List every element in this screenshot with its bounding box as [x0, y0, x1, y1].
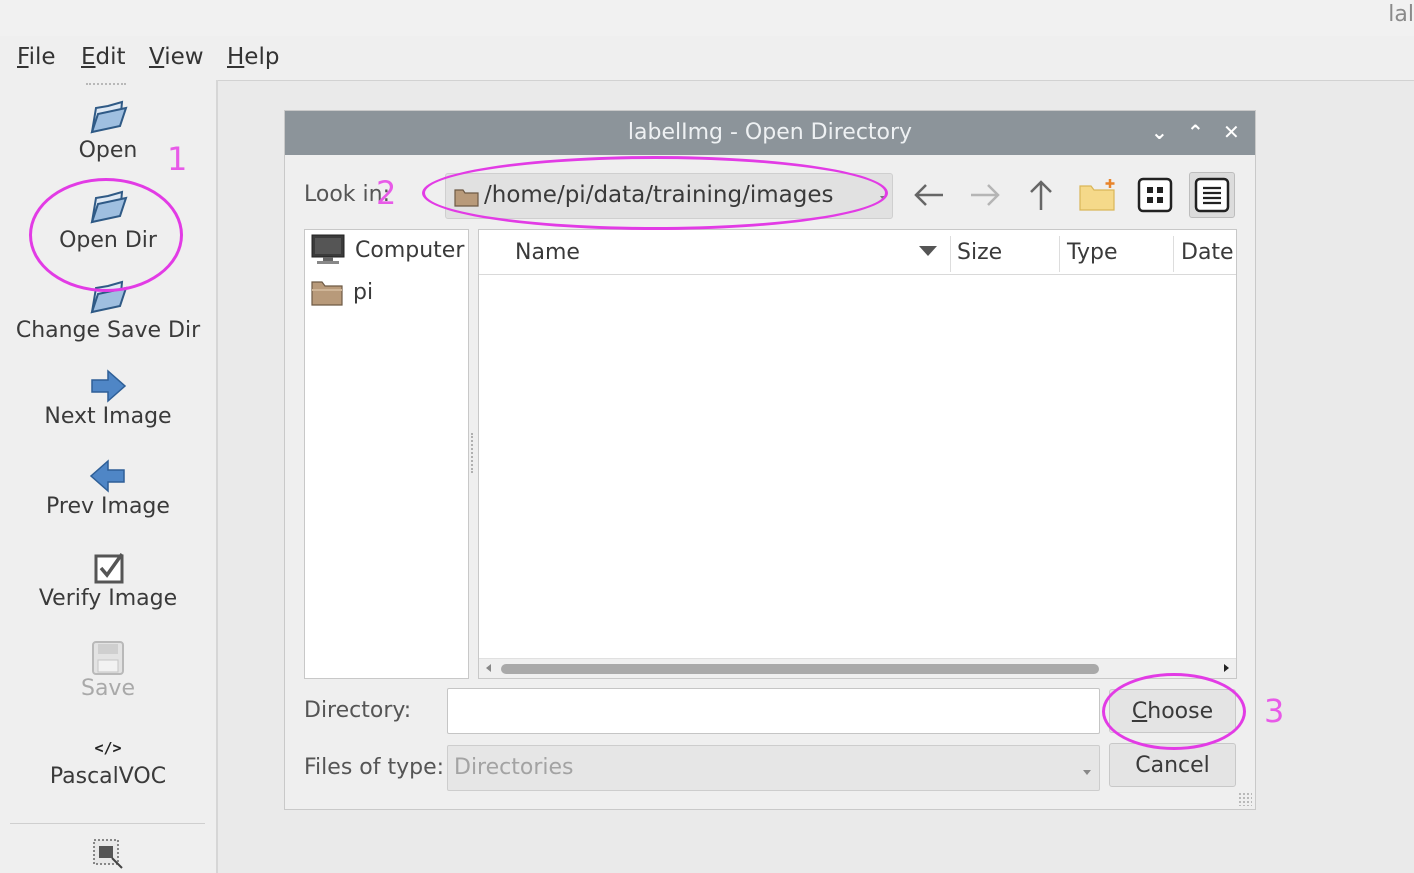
dialog-titlebar[interactable]: labelImg - Open Directory ⌄ ⌃ ✕ — [285, 111, 1255, 155]
create-rectbox-button[interactable] — [0, 836, 216, 872]
save-disk-icon — [92, 641, 124, 675]
column-date[interactable]: Date — [1181, 230, 1234, 275]
verify-image-button[interactable]: Verify Image — [0, 550, 216, 611]
list-view-icon — [1194, 177, 1230, 213]
column-separator[interactable] — [950, 236, 951, 272]
folder-open-icon — [90, 100, 128, 134]
draw-rect-icon — [93, 839, 123, 869]
pascalvoc-format-button[interactable]: </> PascalVOC — [0, 736, 216, 789]
forward-button[interactable] — [965, 175, 1005, 215]
arrow-up-icon — [1030, 180, 1052, 210]
column-header: Name Size Type Date — [479, 230, 1236, 275]
column-type[interactable]: Type — [1067, 230, 1118, 275]
detail-view-button[interactable] — [1189, 172, 1235, 218]
prev-image-button[interactable]: Prev Image — [0, 458, 216, 519]
resize-grip[interactable] — [1238, 792, 1252, 806]
toolbar-grip[interactable] — [86, 83, 126, 85]
icon-view-button[interactable] — [1135, 175, 1175, 215]
column-separator[interactable] — [1173, 236, 1174, 272]
directory-label: Directory: — [304, 698, 412, 723]
toolbar-divider — [10, 823, 205, 824]
directory-input[interactable] — [447, 688, 1100, 734]
menubar: File Edit View Help — [0, 36, 1414, 80]
close-button[interactable]: ✕ — [1223, 120, 1240, 144]
minimize-button[interactable]: ⌄ — [1151, 120, 1168, 144]
sidebar-item-pi[interactable]: pi — [311, 274, 373, 310]
files-of-type-label: Files of type: — [304, 755, 445, 780]
computer-icon — [311, 234, 345, 264]
sort-descending-icon — [919, 246, 937, 256]
file-list-view[interactable]: Name Size Type Date — [478, 229, 1237, 679]
splitter-handle[interactable] — [471, 433, 475, 473]
save-button[interactable]: Save — [0, 640, 216, 701]
annotation-number-3: 3 — [1264, 692, 1285, 730]
files-of-type-combobox[interactable]: Directories — [447, 745, 1100, 791]
sidebar-item-computer[interactable]: Computer — [311, 232, 464, 268]
grid-view-icon — [1137, 177, 1173, 213]
code-icon: </> — [94, 739, 122, 757]
parent-directory-button[interactable] — [1021, 175, 1061, 215]
window-title: lal — [1388, 2, 1414, 27]
column-name[interactable]: Name — [515, 230, 580, 275]
window-titlebar — [0, 0, 1414, 36]
dropdown-arrow-icon — [1083, 770, 1091, 775]
places-sidebar: Computer pi — [304, 229, 469, 679]
annotation-ellipse-step3 — [1102, 673, 1246, 750]
scroll-right-icon[interactable] — [1224, 664, 1229, 672]
arrow-right-icon — [91, 369, 127, 403]
menu-view[interactable]: View — [149, 44, 204, 70]
new-folder-button[interactable] — [1078, 175, 1118, 215]
menu-help[interactable]: Help — [227, 44, 279, 70]
dialog-title: labelImg - Open Directory — [627, 120, 913, 145]
maximize-button[interactable]: ⌃ — [1187, 120, 1204, 144]
annotation-number-2: 2 — [376, 174, 397, 212]
annotation-number-1: 1 — [167, 140, 188, 178]
annotation-ellipse-step1 — [29, 178, 183, 292]
column-size[interactable]: Size — [957, 230, 1002, 275]
checkbox-icon — [94, 552, 124, 584]
next-image-button[interactable]: Next Image — [0, 368, 216, 429]
horizontal-scrollbar[interactable] — [479, 658, 1236, 678]
folder-icon — [311, 281, 343, 306]
annotation-ellipse-step2 — [422, 156, 888, 230]
arrow-left-icon — [89, 459, 125, 493]
scrollbar-thumb[interactable] — [501, 664, 1099, 674]
scroll-left-icon[interactable] — [486, 664, 491, 672]
menu-file[interactable]: File — [17, 44, 56, 70]
menu-edit[interactable]: Edit — [81, 44, 126, 70]
arrow-right-icon — [971, 184, 1000, 206]
arrow-left-icon — [914, 184, 943, 206]
new-folder-icon — [1079, 179, 1115, 211]
column-separator[interactable] — [1059, 236, 1060, 272]
files-of-type-value: Directories — [454, 755, 574, 780]
back-button[interactable] — [909, 175, 949, 215]
